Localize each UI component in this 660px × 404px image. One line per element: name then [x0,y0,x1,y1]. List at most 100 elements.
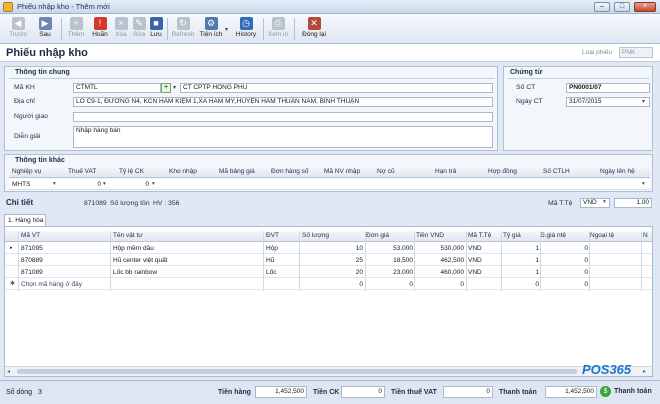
cell-price[interactable]: 23,000 [367,269,413,276]
col-currency: Mã T.Tệ [468,232,492,239]
cell-code[interactable]: 871095 [21,245,43,252]
cell-fprice[interactable]: 0 [542,245,588,252]
print-preview-button[interactable]: ⎙ Xem in [266,16,290,42]
other-info-row: MHTS ▾ 0 ▾ 0 ▾ ▾ [9,179,650,190]
brand-name: POS365 [582,362,632,377]
scroll-thumb[interactable] [17,369,577,374]
scroll-left-icon[interactable]: ◂ [7,368,10,375]
delete-icon: × [114,17,128,30]
currency-label: Mã T.Tệ [548,200,573,207]
horizontal-scrollbar[interactable]: ◂ ▸ [5,366,652,376]
cell-code[interactable]: 871089 [21,269,43,276]
save-button[interactable]: ■ Lưu [148,16,164,42]
voucher-no-input[interactable]: PN0001/07 [566,83,650,93]
cell-amount[interactable]: 462,500 [416,257,465,264]
product-picker[interactable]: Chọn mã hàng ở đây [21,281,82,288]
window-title: Phiếu nhập kho - Thêm mới [17,2,110,11]
cell-unit[interactable]: Hũ [266,257,274,264]
close-window-button[interactable]: × [634,2,656,12]
refresh-button[interactable]: ↻ Refresh [170,16,196,42]
voucher-date-input[interactable]: 31/07/2015 [566,97,650,107]
deliverer-label: Người giao [14,113,48,120]
cell-rate[interactable]: 1 [503,245,539,252]
col-qty: Số lượng [302,232,330,239]
exchange-rate-input[interactable]: 1.00 [614,198,652,208]
add-customer-button[interactable]: + [161,83,171,93]
cell-amount[interactable]: 0 [416,281,464,288]
cell-unit[interactable]: Hộp [266,245,278,252]
customer-label: Mã KH [14,84,35,91]
description-label: Diễn giải [14,133,41,140]
grid-divider [641,231,642,291]
new-row[interactable]: ✱ Chọn mã hàng ở đây 0 0 0 0 0 [5,279,652,290]
cell-name[interactable]: Hộp mềm dầu [113,245,154,252]
cell-qty[interactable]: 20 [305,269,363,276]
cell-currency[interactable]: VND [468,257,482,264]
doc-type-field[interactable]: PNK [619,47,653,58]
vat-value[interactable]: 0 [65,181,101,188]
scroll-right-icon[interactable]: ▸ [643,368,646,375]
general-info-title: Thông tin chung [15,69,70,76]
address-input[interactable]: LÔ C9-1, ĐƯỜNG N4, KCN HÀM KIỆM 1,XÃ HÀM… [73,97,493,107]
cell-qty[interactable]: 10 [305,245,363,252]
chevron-down-icon[interactable]: ▾ [53,181,56,187]
grid-header: Mã VT Tên vật tư ĐVT Số lượng Đơn giá Ti… [5,231,652,242]
cell-qty[interactable]: 0 [305,281,363,288]
save-icon: ■ [149,17,163,30]
cell-code[interactable]: 870889 [21,257,43,264]
cell-fprice[interactable]: 0 [542,281,588,288]
table-row[interactable]: 871089 Lốc bb rainbow Lốc 20 23,000 460,… [5,267,652,278]
col-famount: Ngoại tệ [590,232,615,239]
grid-divider [589,231,590,291]
payment-button[interactable]: $ Thanh toán [600,385,656,399]
close-button[interactable]: ✕ Đóng lại [300,16,328,42]
customer-dropdown-icon[interactable]: ▾ [173,84,176,91]
chevron-down-icon[interactable]: ▾ [642,181,645,187]
cell-rate[interactable]: 0 [503,281,539,288]
utilities-button[interactable]: ⚙ Tiện ích [198,16,224,42]
cell-currency[interactable]: VND [468,269,482,276]
cell-fprice[interactable]: 0 [542,269,588,276]
chevron-down-icon[interactable]: ▾ [152,181,155,187]
cell-price[interactable]: 53,000 [367,245,413,252]
table-row[interactable]: 870889 Hũ center việt quất Hũ 25 18,500 … [5,255,652,266]
cell-fprice[interactable]: 0 [542,257,588,264]
cell-rate[interactable]: 1 [503,257,539,264]
cell-qty[interactable]: 25 [305,257,363,264]
add-button[interactable]: + Thêm [65,16,87,42]
cell-rate[interactable]: 1 [503,269,539,276]
deliverer-input[interactable] [73,112,493,122]
cell-amount[interactable]: 460,000 [416,269,465,276]
chevron-down-icon[interactable]: ▾ [103,181,106,187]
description-input[interactable]: Nhập hàng bán [73,126,493,148]
minimize-button[interactable]: – [594,2,610,12]
detail-strip: Chi tiết 871089 Số lượng tồn HV : 356 Mã… [0,196,660,210]
table-row[interactable]: ▸ 871095 Hộp mềm dầu Hộp 10 53,000 530,0… [5,243,652,254]
col-price-list: Mã bảng giá [219,168,255,175]
cell-name[interactable]: Lốc bb rainbow [113,269,157,276]
cell-price[interactable]: 0 [367,281,413,288]
maximize-button[interactable]: □ [614,2,630,12]
alert-icon: ! [93,17,107,30]
cell-currency[interactable]: VND [468,245,482,252]
edit-button[interactable]: ✎ Sửa [130,16,148,42]
next-button[interactable]: ▶ Sau [34,16,56,42]
page-title: Phiếu nhập kho [6,47,88,59]
customer-name-field[interactable]: CT CPTP HỒNG PHÚ [180,83,493,93]
history-button[interactable]: ◷ History [233,16,259,42]
currency-dropdown-icon[interactable]: ▾ [603,199,606,205]
utilities-dropdown-icon[interactable]: ▾ [225,26,228,33]
cell-unit[interactable]: Lốc [266,269,276,276]
cell-amount[interactable]: 530,000 [416,245,465,252]
cell-name[interactable]: Hũ center việt quất [113,257,168,264]
delete-button[interactable]: × Xóa [112,16,130,42]
business-value[interactable]: MHTS [12,181,56,188]
postpone-button[interactable]: ! Hoãn [89,16,111,42]
prev-button[interactable]: ◀ Trước [6,16,30,42]
payment-button-label: Thanh toán [614,388,652,395]
discount-value[interactable]: 0 [115,181,149,188]
date-dropdown-icon[interactable]: ▾ [642,98,645,105]
cell-price[interactable]: 18,500 [367,257,413,264]
tab-goods[interactable]: 1. Hàng hóa [4,214,46,226]
customer-code-input[interactable]: CTMTL [73,83,161,93]
